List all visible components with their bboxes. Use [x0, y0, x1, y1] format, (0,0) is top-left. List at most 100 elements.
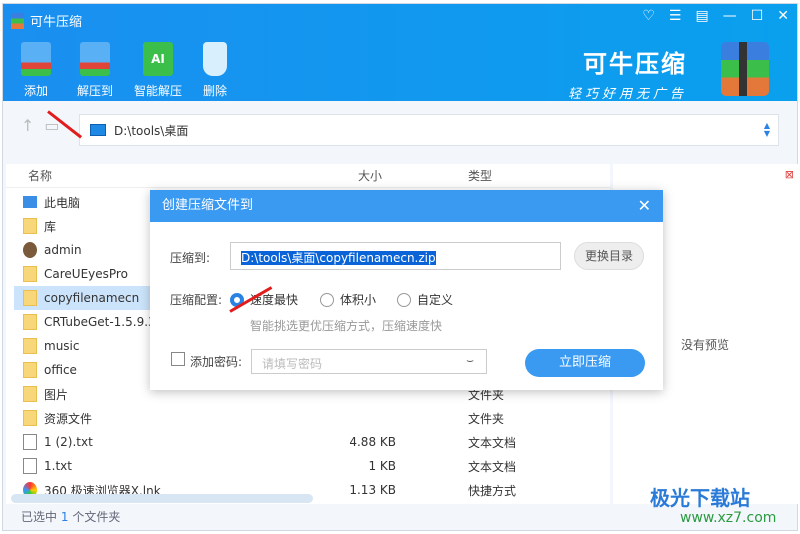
radio-custom[interactable]: 自定义	[397, 291, 453, 308]
dialog-close-icon[interactable]: ✕	[638, 196, 651, 215]
file-name: CRTubeGet-1.5.9.3-	[44, 315, 160, 329]
trash-icon	[203, 42, 227, 76]
file-type: 快捷方式	[468, 483, 517, 498]
file-name: music	[44, 339, 80, 353]
file-icon	[23, 434, 37, 450]
header: 可牛压缩 ♡ ☰ ▤ — ☐ ✕ 添加 解压到 AI 智能解压 删除 可牛压缩轻巧好用无广告	[3, 4, 797, 102]
extract-label: 解压到	[76, 84, 113, 98]
change-dir-button[interactable]: 更换目录	[574, 242, 644, 270]
folder-icon	[23, 314, 37, 330]
nav-buttons: ↑ ▭	[21, 116, 60, 135]
up-arrow-icon[interactable]: ↑	[21, 116, 34, 135]
folder-icon	[23, 266, 37, 282]
folder-icon	[23, 362, 37, 378]
heart-icon[interactable]: ♡	[642, 8, 655, 24]
brand-name: 可牛压缩	[583, 50, 687, 78]
file-name: 库	[44, 219, 57, 234]
file-name: 1 (2).txt	[44, 435, 93, 449]
option-smallest: 体积小	[340, 293, 377, 307]
brand-slogan: 轻巧好用无广告	[567, 87, 687, 102]
eye-closed-icon[interactable]: ⌣	[466, 353, 474, 368]
user-icon	[23, 242, 37, 258]
smart-extract-label: 智能解压	[133, 84, 182, 98]
feedback-icon[interactable]: ▤	[695, 8, 708, 24]
extract-button[interactable]: 解压到	[70, 42, 120, 99]
column-size[interactable]: 大小	[358, 167, 382, 184]
delete-label: 删除	[202, 84, 227, 98]
add-label: 添加	[23, 84, 48, 98]
address-bar[interactable]: D:\tools\桌面 ▲ ▼	[79, 114, 779, 146]
password-input[interactable]: 请填写密码 ⌣	[251, 349, 487, 374]
password-placeholder: 请填写密码	[262, 357, 323, 371]
sort-arrows-icon[interactable]: ▲ ▼	[764, 122, 770, 138]
brand-logo-icon	[721, 42, 769, 96]
add-icon	[21, 42, 51, 76]
column-name[interactable]: 名称	[28, 167, 52, 184]
brand: 可牛压缩轻巧好用无广告	[568, 44, 687, 102]
pc-icon	[23, 196, 37, 208]
compress-now-button[interactable]: 立即压缩	[525, 349, 645, 377]
folder-icon	[23, 338, 37, 354]
address-path: D:\tools\桌面	[114, 123, 189, 138]
title-bar: 可牛压缩	[11, 11, 82, 30]
create-archive-dialog: 创建压缩文件到 ✕ 压缩到: D:\tools\桌面\copyfilenamec…	[150, 190, 663, 390]
file-name: 1.txt	[44, 459, 72, 473]
folder-icon	[23, 410, 37, 426]
file-type: 文件夹	[468, 411, 505, 426]
menu-icon[interactable]: ☰	[669, 8, 682, 24]
password-label: 添加密码:	[190, 355, 243, 369]
file-size: 4.88 KB	[349, 435, 396, 449]
file-row[interactable]: 1.txt 1 KB 文本文档	[6, 454, 610, 478]
column-type[interactable]: 类型	[468, 167, 492, 184]
folder-icon	[23, 386, 37, 402]
window-controls: ♡ ☰ ▤ — ☐ ✕	[642, 8, 789, 24]
horizontal-scrollbar[interactable]	[11, 494, 313, 503]
dest-path-value: D:\tools\桌面\copyfilenamecn.zip	[241, 251, 436, 265]
folder-icon	[23, 218, 37, 234]
desktop-icon	[90, 124, 106, 136]
list-header: 名称 大小 类型	[6, 164, 610, 188]
delete-button[interactable]: 删除	[190, 42, 240, 99]
close-preview-icon[interactable]: ⊠	[785, 168, 794, 181]
file-name: 资源文件	[44, 411, 93, 426]
minimize-icon[interactable]: —	[723, 8, 737, 24]
file-type: 文本文档	[468, 459, 517, 474]
option-custom: 自定义	[417, 293, 454, 307]
app-logo-icon	[11, 12, 24, 29]
dialog-title: 创建压缩文件到	[150, 190, 663, 222]
close-icon[interactable]: ✕	[777, 8, 789, 24]
add-button[interactable]: 添加	[11, 42, 61, 99]
file-name: 此电脑	[44, 195, 81, 210]
dest-label: 压缩到:	[170, 251, 211, 265]
dest-path-input[interactable]: D:\tools\桌面\copyfilenamecn.zip	[230, 242, 561, 270]
file-size: 1.13 KB	[349, 483, 396, 497]
no-preview-text: 没有预览	[681, 338, 730, 352]
extract-icon	[80, 42, 110, 76]
file-name: 图片	[44, 387, 69, 402]
file-name: admin	[44, 243, 82, 257]
config-hint: 智能挑选更优压缩方式，压缩速度快	[250, 319, 443, 333]
password-checkbox[interactable]	[171, 352, 185, 366]
radio-icon	[397, 292, 411, 307]
file-row[interactable]: 资源文件 文件夹	[6, 406, 610, 430]
watermark-logo: 极光下载站	[650, 486, 750, 510]
file-name: office	[44, 363, 77, 377]
ai-extract-icon: AI	[143, 42, 173, 76]
folder-icon	[23, 290, 37, 306]
file-name: copyfilenamecn	[44, 291, 140, 305]
smart-extract-button[interactable]: AI 智能解压	[130, 42, 186, 99]
watermark-url: www.xz7.com	[680, 510, 777, 526]
file-icon	[23, 458, 37, 474]
file-row[interactable]: 1 (2).txt 4.88 KB 文本文档	[6, 430, 610, 454]
file-name: CareUEyesPro	[44, 267, 128, 281]
status-suffix: 个文件夹	[72, 510, 121, 524]
radio-smallest[interactable]: 体积小	[320, 291, 376, 308]
status-prefix: 已选中	[21, 510, 58, 524]
config-label: 压缩配置:	[170, 293, 223, 307]
file-type: 文本文档	[468, 435, 517, 450]
app-title: 可牛压缩	[30, 15, 83, 30]
radio-icon	[320, 292, 334, 307]
maximize-icon[interactable]: ☐	[751, 8, 764, 24]
file-size: 1 KB	[368, 459, 396, 473]
status-count: 1	[60, 510, 69, 524]
